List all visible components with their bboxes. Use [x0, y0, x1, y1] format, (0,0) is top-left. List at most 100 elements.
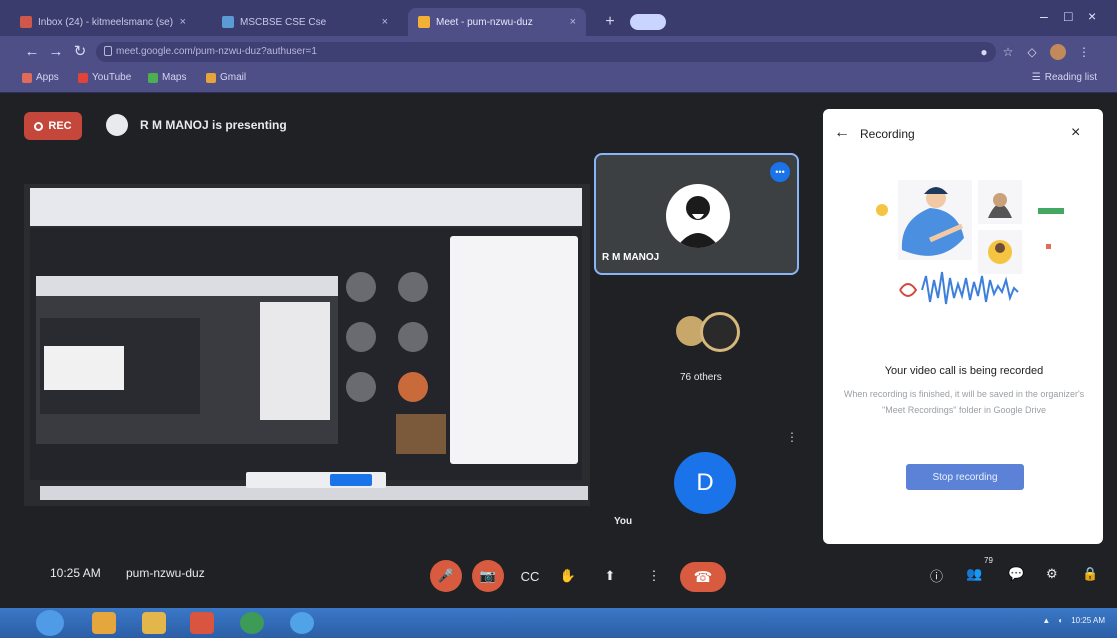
- avatar[interactable]: [1050, 44, 1066, 60]
- activities-button[interactable]: ⚙: [1046, 566, 1058, 582]
- shared-participant-tile: [398, 372, 428, 402]
- host-controls-button[interactable]: 🔒: [1082, 566, 1098, 582]
- nested-thumbnail: [44, 346, 124, 390]
- present-icon: ⬆: [604, 568, 616, 583]
- new-tab-button[interactable]: +: [600, 12, 620, 32]
- windows-start-icon[interactable]: [36, 610, 64, 636]
- back-arrow-icon[interactable]: ←: [834, 124, 850, 142]
- media-player-icon[interactable]: [190, 612, 214, 634]
- participant-name: R M MANOJ: [602, 252, 660, 263]
- profile-pill[interactable]: [630, 14, 666, 30]
- captions-icon: CC: [520, 568, 540, 584]
- minimize-icon[interactable]: –: [1040, 8, 1048, 24]
- shared-browser-chrome: [30, 188, 582, 226]
- shared-toast-button: [330, 474, 372, 486]
- present-now-button[interactable]: ⬆: [594, 560, 626, 592]
- youtube-icon: [78, 72, 88, 83]
- reading-list[interactable]: ☰ Reading list: [1032, 72, 1097, 83]
- os-taskbar: [0, 608, 1117, 638]
- chrome-icon[interactable]: [240, 612, 264, 634]
- tab-label: MSCBSE CSE Cse: [240, 16, 327, 28]
- kebab-menu-icon[interactable]: ⋮: [1076, 44, 1092, 60]
- presenter-avatar-large: [666, 184, 730, 248]
- maximize-icon[interactable]: □: [1064, 8, 1072, 24]
- shared-participant-tile: [398, 322, 428, 352]
- phone-hangup-icon: ☎: [693, 569, 713, 586]
- recording-heading: Your video call is being recorded: [884, 365, 1044, 377]
- camera-permission-icon[interactable]: ●: [976, 44, 992, 60]
- system-tray: ▲ ◐ 10:25 AM: [1042, 616, 1105, 625]
- chrome-icon[interactable]: [290, 612, 314, 634]
- info-icon: ⓘ: [930, 569, 944, 584]
- more-options-icon[interactable]: ⋮: [786, 430, 798, 444]
- tab-inbox[interactable]: Inbox (24) - kitmeelsmanc (se) ×: [10, 8, 196, 36]
- recording-badge[interactable]: REC: [24, 112, 82, 140]
- address-bar[interactable]: meet.google.com/pum-nzwu-duz?authuser=1: [96, 42, 996, 62]
- tab-label: Inbox (24) - kitmeelsmanc (se): [38, 16, 174, 28]
- others-count[interactable]: 76 others: [680, 372, 722, 383]
- raise-hand-button[interactable]: ✋: [552, 560, 584, 592]
- close-icon[interactable]: ×: [570, 16, 576, 28]
- captions-button[interactable]: CC: [514, 560, 546, 592]
- shared-participant-tile: [398, 272, 428, 302]
- people-button[interactable]: 👥: [966, 566, 982, 582]
- panel-title: Recording: [860, 127, 915, 141]
- record-icon: [34, 121, 44, 131]
- mic-icon: 🎤: [437, 568, 455, 583]
- lock-icon: [104, 46, 112, 56]
- presenter-avatar: [106, 114, 128, 136]
- gmail-icon: [206, 72, 216, 83]
- back-arrow-icon[interactable]: ←: [22, 42, 42, 62]
- close-icon[interactable]: ×: [180, 16, 186, 28]
- participant-avatar: [700, 312, 740, 352]
- bookmark-youtube[interactable]: YouTube: [78, 72, 131, 83]
- leave-call-button[interactable]: ☎: [680, 562, 726, 592]
- chat-button[interactable]: 💬: [1008, 566, 1024, 582]
- activities-icon: ⚙: [1046, 566, 1058, 581]
- participants-count: 79: [984, 556, 993, 565]
- shared-participant-tile: [346, 272, 376, 302]
- presenting-status: R M MANOJ is presenting: [140, 118, 287, 132]
- shared-participant-tile: [346, 372, 376, 402]
- reload-icon[interactable]: ↻: [70, 42, 90, 62]
- folder-icon[interactable]: [142, 612, 166, 634]
- meet-icon: [418, 16, 430, 28]
- network-icon[interactable]: ▲: [1042, 616, 1050, 625]
- star-icon[interactable]: ☆: [1000, 44, 1016, 60]
- camera-off-button[interactable]: 📷: [472, 560, 504, 592]
- self-avatar: D: [674, 452, 736, 514]
- meeting-code: pum-nzwu-duz: [126, 566, 205, 580]
- shared-taskbar: [40, 486, 588, 500]
- shared-side-panel: [450, 236, 578, 464]
- people-icon: 👥: [966, 566, 983, 581]
- nested-chrome: [36, 276, 338, 296]
- stop-recording-button[interactable]: Stop recording: [906, 464, 1024, 490]
- more-options-button[interactable]: ⋮: [638, 560, 670, 592]
- close-window-icon[interactable]: ×: [1088, 8, 1096, 24]
- portrait-icon: [676, 196, 720, 248]
- mic-off-button[interactable]: 🎤: [430, 560, 462, 592]
- volume-icon[interactable]: ◐: [1058, 616, 1063, 625]
- meeting-time: 10:25 AM: [50, 566, 101, 580]
- bookmark-apps[interactable]: Apps: [22, 72, 59, 83]
- tab-meet[interactable]: Meet - pum-nzwu-duz ×: [408, 8, 586, 36]
- close-icon[interactable]: ×: [382, 16, 388, 28]
- meeting-details-button[interactable]: ⓘ: [930, 566, 943, 585]
- forward-arrow-icon[interactable]: →: [46, 42, 66, 62]
- chat-icon: 💬: [1008, 566, 1025, 581]
- gmail-icon: [20, 16, 32, 28]
- extensions-icon[interactable]: ◇: [1024, 44, 1040, 60]
- recording-description: When recording is finished, it will be s…: [843, 389, 1085, 415]
- nested-panel: [260, 302, 330, 420]
- camera-icon: 📷: [479, 568, 497, 583]
- bookmark-gmail[interactable]: Gmail: [206, 72, 246, 83]
- taskbar-app-icon[interactable]: [92, 612, 116, 634]
- tab-mscbse[interactable]: MSCBSE CSE Cse ×: [212, 8, 398, 36]
- tab-label: Meet - pum-nzwu-duz: [436, 16, 533, 28]
- kebab-menu-icon: ⋮: [647, 568, 661, 583]
- shared-participant-tile: [346, 322, 376, 352]
- recording-illustration: [876, 180, 1064, 305]
- bookmark-maps[interactable]: Maps: [148, 72, 186, 83]
- close-icon[interactable]: ×: [1071, 124, 1080, 142]
- shared-webcam-tile: [396, 414, 446, 454]
